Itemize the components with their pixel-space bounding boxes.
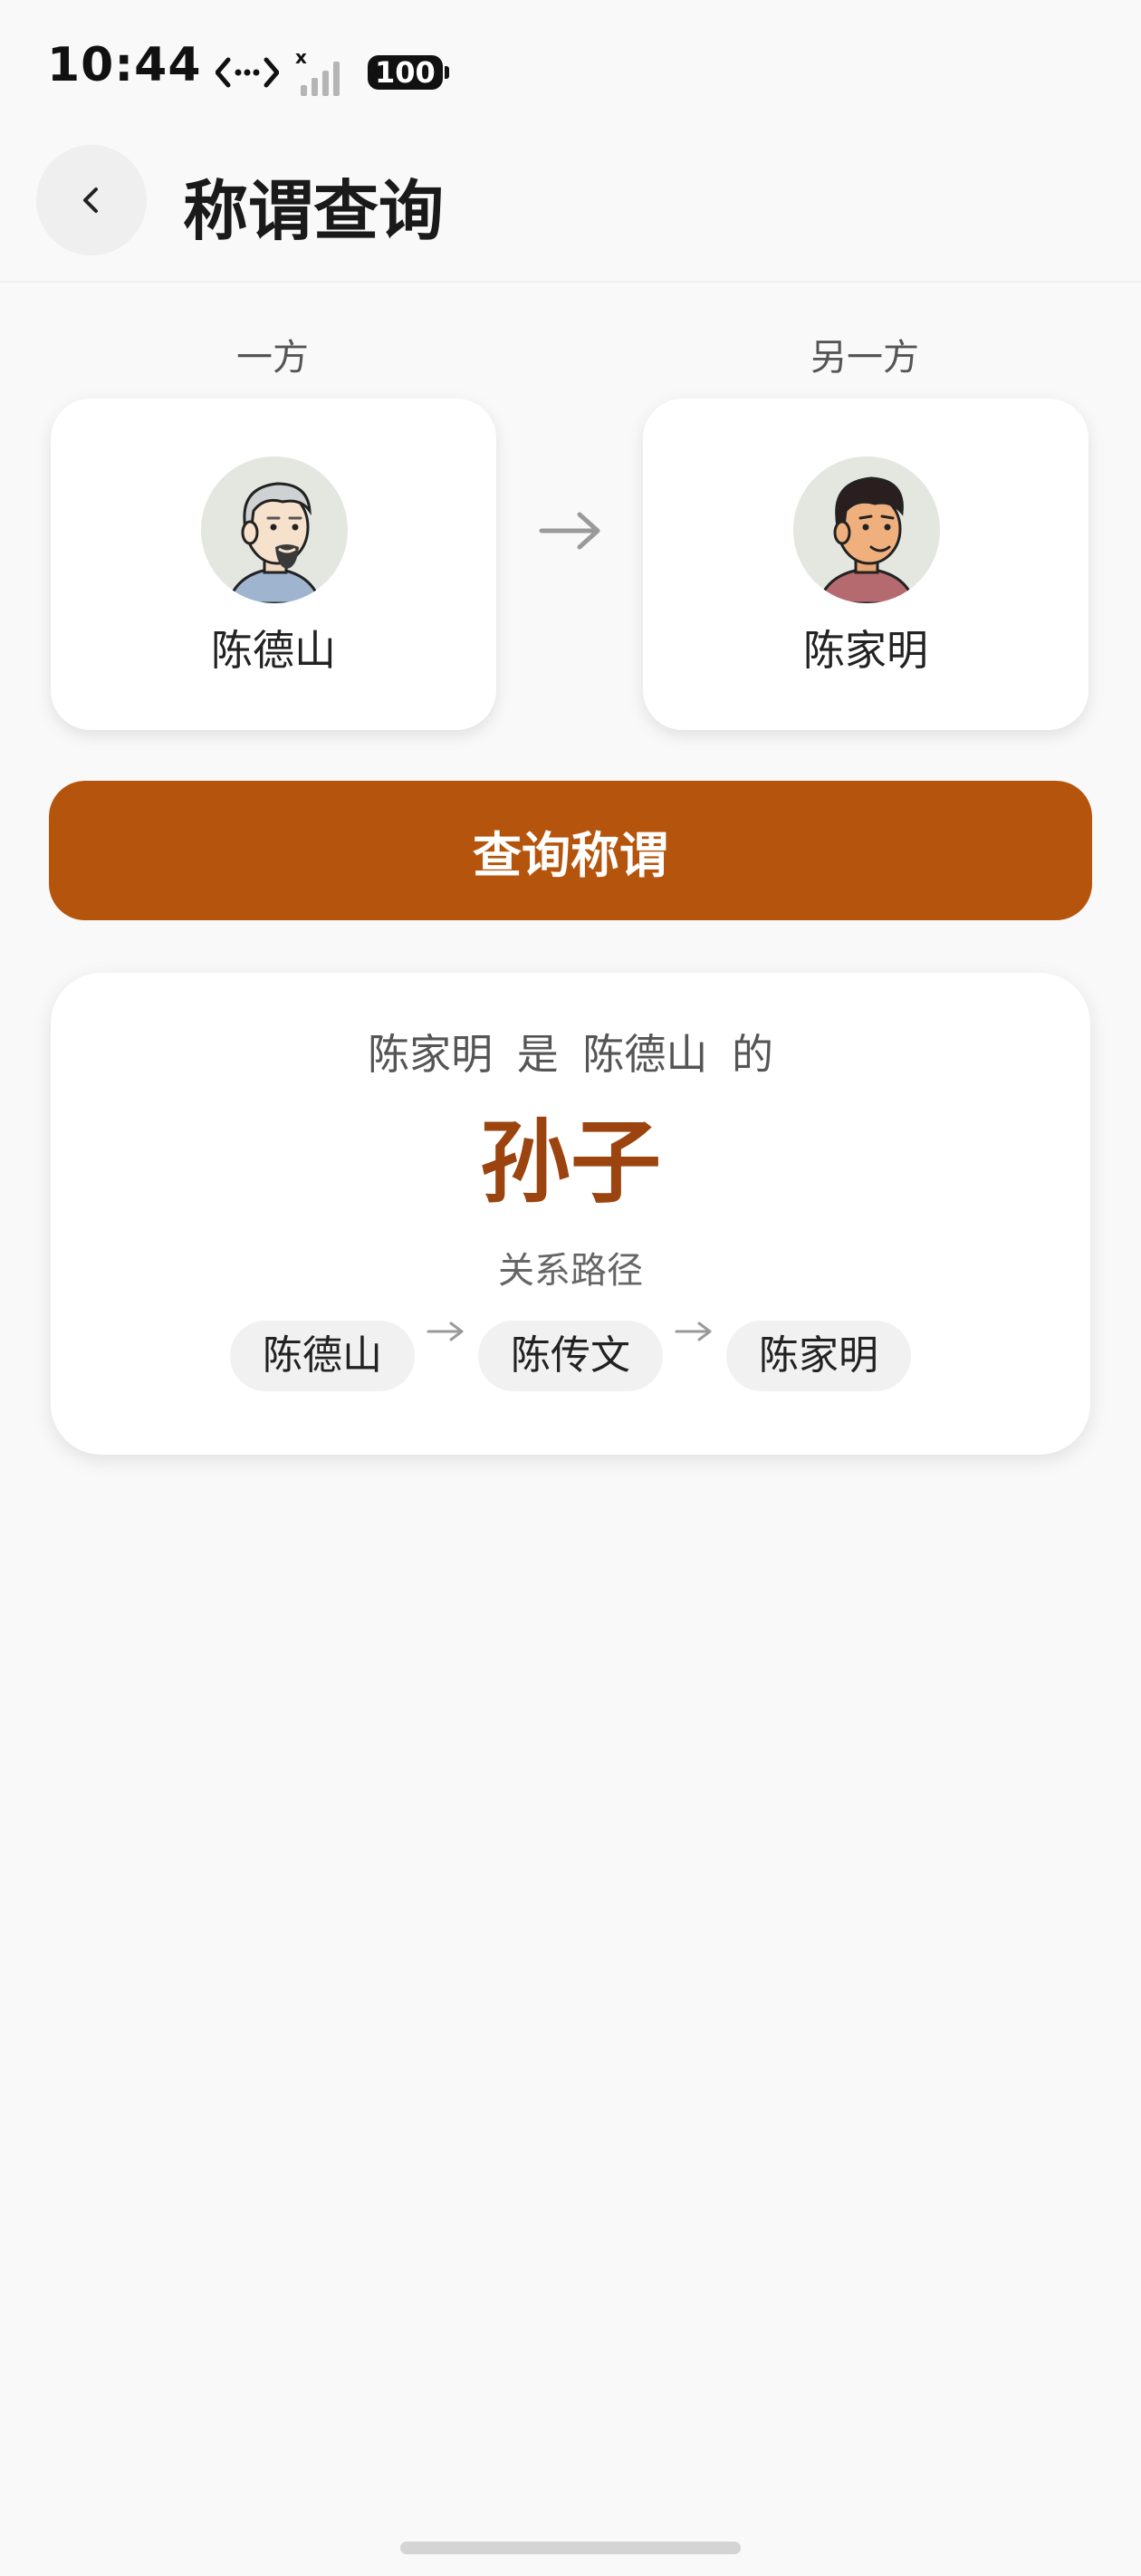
result-sentence: 陈家明 是 陈德山 的 [51,1022,1090,1081]
back-button[interactable] [36,145,147,255]
result-subject: 陈家明 [368,1030,494,1079]
status-time: 10:44 [47,38,202,92]
query-button[interactable]: 查询称谓 [49,781,1092,920]
home-indicator[interactable] [400,2542,741,2554]
chevron-left-icon [83,187,98,213]
battery-icon: 100 [368,55,449,90]
to-party-name: 陈家明 [803,626,928,675]
result-object: 陈德山 [582,1030,708,1079]
path-chip: 陈德山 [230,1321,415,1391]
arrow-right-icon [427,1322,464,1341]
path-chip: 陈传文 [478,1321,663,1391]
path-label: 关系路径 [498,1250,643,1292]
from-party-label: 一方 [236,337,309,379]
arrow-right-icon [538,505,605,560]
young-man-avatar [793,457,940,603]
data-transfer-icon [216,57,279,88]
app-header: 称谓查询 [0,136,1141,283]
arrow-right-icon [675,1322,712,1341]
status-bar: 10:44 x 100 [0,0,1141,136]
result-card: 陈家明 是 陈德山 的 孙子 关系路径 陈德山 陈传文 陈家明 [51,973,1090,1455]
relationship-path: 陈德山 陈传文 陈家明 [51,1321,1090,1391]
page-title: 称谓查询 [183,173,445,249]
from-party-name: 陈德山 [211,626,336,675]
no-signal-icon: x [295,47,340,96]
result-of: 的 [731,1030,773,1079]
from-party-card[interactable]: 陈德山 [51,399,496,730]
svg-text:x: x [295,47,307,68]
battery-level: 100 [368,55,443,90]
status-icons: x 100 [216,45,449,100]
result-is: 是 [516,1030,559,1079]
old-man-avatar [201,457,348,603]
to-party-card[interactable]: 陈家明 [643,399,1088,730]
to-party-label: 另一方 [810,337,919,379]
path-chip: 陈家明 [726,1321,911,1391]
result-title: 孙子 [480,1110,661,1216]
